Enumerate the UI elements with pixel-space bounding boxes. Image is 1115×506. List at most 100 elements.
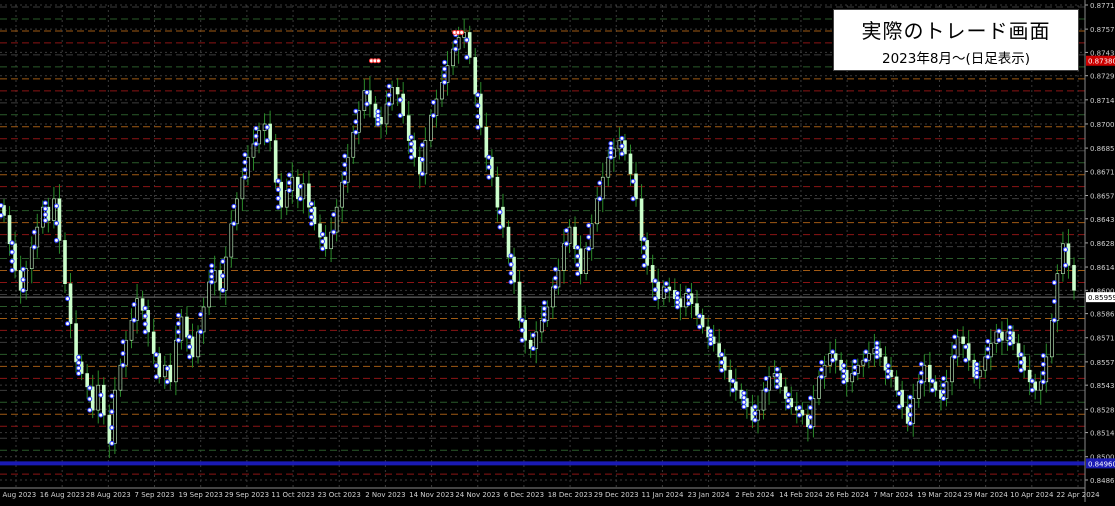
order-marker [164, 366, 170, 372]
order-marker [142, 313, 148, 319]
order-marker [408, 134, 414, 140]
order-marker [220, 258, 226, 264]
order-marker [286, 180, 292, 186]
order-marker [153, 374, 159, 380]
candle-body [495, 176, 500, 208]
order-marker [874, 340, 880, 346]
order-marker [430, 113, 436, 119]
candle-body [279, 181, 284, 208]
order-marker [297, 196, 303, 202]
order-marker [375, 117, 381, 123]
order-marker [242, 152, 248, 158]
order-marker [907, 420, 913, 426]
x-tick-label: 29 Sep 2023 [225, 491, 269, 499]
order-marker [752, 417, 758, 423]
order-marker [308, 207, 314, 213]
order-marker [475, 103, 481, 109]
order-marker [76, 354, 82, 360]
order-marker [42, 212, 48, 218]
candle-body [52, 198, 56, 221]
chart-area[interactable]: 0.877150.875700.874300.872900.871450.870… [0, 0, 1115, 502]
candle-body [185, 316, 189, 338]
candle-body [174, 339, 178, 383]
x-tick-label: 19 Sep 2023 [179, 491, 223, 499]
order-marker [674, 304, 680, 310]
order-marker [175, 329, 181, 335]
title-subtitle: 2023年8月〜(日足表示) [882, 51, 1030, 67]
order-marker [619, 151, 625, 157]
candle-body [584, 248, 588, 274]
order-marker [719, 359, 725, 365]
order-marker [497, 209, 503, 215]
order-marker [852, 371, 858, 377]
order-marker [541, 306, 547, 312]
order-marker [874, 349, 880, 355]
order-marker [419, 171, 425, 177]
y-tick-label: 0.87145 [1090, 97, 1115, 105]
order-marker [1029, 387, 1035, 393]
order-marker [497, 224, 503, 230]
order-marker [475, 92, 481, 98]
order-marker [685, 294, 691, 300]
order-marker [464, 37, 470, 43]
order-marker [308, 201, 314, 207]
order-marker [87, 407, 93, 413]
order-marker [830, 349, 836, 355]
price-tag-label: 0.84960 [1088, 460, 1115, 468]
order-marker [674, 299, 680, 305]
price-chart[interactable]: 0.877150.875700.874300.872900.871450.870… [0, 0, 1115, 502]
order-marker [608, 145, 614, 151]
x-tick-label: 7 Mar 2024 [873, 491, 913, 499]
order-marker [87, 385, 93, 391]
order-marker [741, 404, 747, 410]
order-marker [20, 266, 26, 272]
order-marker [907, 403, 913, 409]
order-marker [331, 212, 337, 218]
candle-body [883, 356, 888, 371]
candle-body [334, 206, 339, 233]
candle-body [129, 319, 134, 341]
order-marker [131, 317, 137, 323]
candle-body [467, 32, 472, 58]
order-marker [575, 253, 581, 259]
order-marker [608, 141, 614, 147]
order-marker [42, 206, 48, 212]
y-tick-label: 0.85285 [1090, 406, 1115, 414]
y-tick-label: 0.86430 [1090, 216, 1115, 224]
order-marker [863, 357, 869, 363]
candle-body [817, 376, 821, 399]
order-marker [752, 410, 758, 416]
candle-body [634, 173, 638, 200]
order-marker [608, 154, 614, 160]
order-marker [1051, 317, 1057, 323]
order-marker [918, 370, 924, 376]
order-marker [408, 148, 414, 154]
order-marker [541, 317, 547, 323]
order-marker [730, 378, 736, 384]
order-marker [641, 262, 647, 268]
candle-body [950, 356, 954, 383]
order-marker [819, 367, 825, 373]
candle-body [240, 176, 245, 200]
order-marker [563, 227, 569, 233]
order-marker [874, 345, 880, 351]
order-marker [320, 239, 326, 245]
order-marker [508, 270, 514, 276]
order-marker [1029, 378, 1035, 384]
order-marker [408, 154, 414, 160]
order-marker [785, 404, 791, 410]
order-marker [442, 73, 448, 79]
order-marker [1007, 335, 1013, 341]
order-marker [98, 412, 104, 418]
order-marker [386, 92, 392, 98]
candle-body [113, 389, 117, 444]
order-marker [974, 374, 980, 380]
candle-body [96, 384, 101, 411]
candle-body [578, 248, 583, 274]
order-marker [464, 54, 470, 60]
candle-body [13, 243, 17, 271]
order-marker [76, 360, 82, 366]
order-marker [198, 311, 204, 317]
order-marker [76, 371, 82, 377]
order-marker [31, 229, 37, 235]
